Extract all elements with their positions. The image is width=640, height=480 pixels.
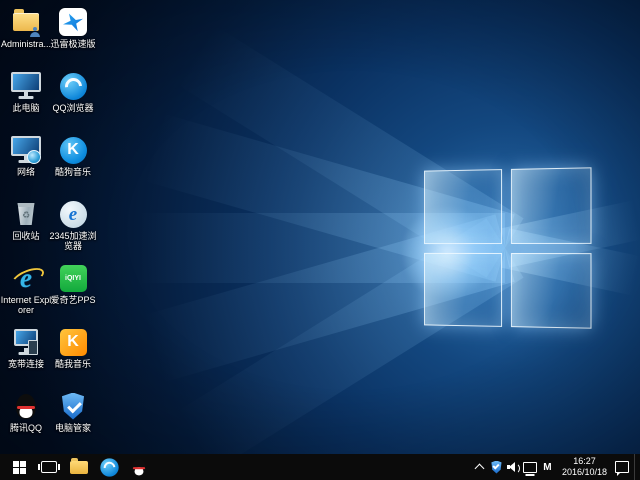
desktop-icon-label: Administra... bbox=[1, 39, 51, 49]
broadband-connection-icon bbox=[10, 326, 42, 358]
clock-date: 2016/10/18 bbox=[562, 467, 607, 478]
desktop-icon-label: 此电脑 bbox=[12, 103, 39, 113]
desktop-icon-tencent-qq[interactable]: 腾讯QQ bbox=[0, 390, 52, 450]
network-status-icon bbox=[523, 462, 537, 473]
qq-browser-icon bbox=[100, 458, 118, 476]
desktop-icon-broadband-connection[interactable]: 宽带连接 bbox=[0, 326, 52, 386]
desktop-icon-qq-browser[interactable]: QQ浏览器 bbox=[47, 70, 99, 130]
security-shield-icon bbox=[491, 461, 502, 474]
tencent-qq-icon bbox=[10, 390, 42, 422]
desktop-icon-this-pc[interactable]: 此电脑 bbox=[0, 70, 52, 130]
desktop-icon-label: Internet Explorer bbox=[0, 295, 52, 316]
kugou-music-icon: K bbox=[57, 134, 89, 166]
desktop-icon-pc-manager[interactable]: 电脑管家 bbox=[47, 390, 99, 450]
taskbar-clock[interactable]: 16:27 2016/10/18 bbox=[556, 456, 613, 479]
desktop-icon-kuwo-music[interactable]: K 酷我音乐 bbox=[47, 326, 99, 386]
windows-logo-icon bbox=[13, 461, 26, 474]
taskbar-left-buttons bbox=[0, 454, 154, 480]
action-center-button[interactable] bbox=[613, 454, 630, 480]
desktop-icon-recycle-bin[interactable]: ♻ 回收站 bbox=[0, 198, 52, 258]
chevron-up-icon bbox=[475, 463, 485, 473]
taskbar-qq-button[interactable] bbox=[124, 454, 154, 480]
start-button[interactable] bbox=[4, 454, 34, 480]
this-pc-icon bbox=[10, 70, 42, 102]
kuwo-music-icon: K bbox=[57, 326, 89, 358]
desktop-icon-label: 酷狗音乐 bbox=[55, 167, 91, 177]
taskbar: M 16:27 2016/10/18 bbox=[0, 454, 640, 480]
desktop-icon-label: 回收站 bbox=[12, 231, 39, 241]
system-tray: M 16:27 2016/10/18 bbox=[471, 454, 640, 480]
network-icon bbox=[10, 134, 42, 166]
tray-network-button[interactable] bbox=[522, 454, 539, 480]
desktop-icon-label: 电脑管家 bbox=[55, 423, 91, 433]
user-folder-icon bbox=[10, 6, 42, 38]
desktop: Administra... 此电脑 网络 ♻ 回收站 e Internet Ex… bbox=[0, 0, 640, 480]
thunder-xunlei-icon bbox=[57, 6, 89, 38]
desktop-icon-label: 腾讯QQ bbox=[10, 423, 42, 433]
tencent-qq-icon bbox=[132, 459, 146, 476]
desktop-icon-label: 网络 bbox=[17, 167, 35, 177]
ime-indicator: M bbox=[543, 462, 551, 473]
desktop-icon-network[interactable]: 网络 bbox=[0, 134, 52, 194]
pc-manager-icon bbox=[57, 390, 89, 422]
tray-ime-button[interactable]: M bbox=[539, 454, 556, 480]
desktop-icon-administrator[interactable]: Administra... bbox=[0, 6, 52, 66]
2345-browser-icon: e bbox=[57, 198, 89, 230]
desktop-icon-column-2: 迅雷极速版 QQ浏览器 K 酷狗音乐 e 2345加速浏览器 iQIYI 爱奇艺… bbox=[47, 6, 99, 454]
desktop-icon-label: QQ浏览器 bbox=[52, 103, 93, 113]
desktop-icon-kugou-music[interactable]: K 酷狗音乐 bbox=[47, 134, 99, 194]
volume-icon bbox=[507, 462, 520, 473]
task-view-button[interactable] bbox=[34, 454, 64, 480]
tray-volume-button[interactable] bbox=[505, 454, 522, 480]
action-center-icon bbox=[615, 461, 629, 473]
desktop-icon-internet-explorer[interactable]: e Internet Explorer bbox=[0, 262, 52, 322]
desktop-icon-label: 2345加速浏览器 bbox=[47, 231, 99, 252]
desktop-icon-thunder[interactable]: 迅雷极速版 bbox=[47, 6, 99, 66]
task-view-icon bbox=[41, 461, 57, 473]
desktop-icon-2345-browser[interactable]: e 2345加速浏览器 bbox=[47, 198, 99, 258]
internet-explorer-icon: e bbox=[10, 262, 42, 294]
desktop-icon-label: 酷我音乐 bbox=[55, 359, 91, 369]
recycle-bin-icon: ♻ bbox=[10, 198, 42, 230]
tray-show-hidden-icons-button[interactable] bbox=[471, 454, 488, 480]
windows-hero-logo bbox=[424, 167, 591, 328]
show-desktop-button[interactable] bbox=[634, 454, 640, 480]
tray-security-button[interactable] bbox=[488, 454, 505, 480]
clock-time: 16:27 bbox=[562, 456, 607, 467]
desktop-icon-iqiyi-pps[interactable]: iQIYI 爱奇艺PPS bbox=[47, 262, 99, 322]
desktop-icon-label: 宽带连接 bbox=[8, 359, 44, 369]
file-explorer-button[interactable] bbox=[64, 454, 94, 480]
taskbar-qq-browser-button[interactable] bbox=[94, 454, 124, 480]
desktop-icon-label: 迅雷极速版 bbox=[50, 39, 95, 49]
desktop-icon-label: 爱奇艺PPS bbox=[50, 295, 95, 305]
file-explorer-icon bbox=[70, 461, 88, 474]
qq-browser-icon bbox=[57, 70, 89, 102]
iqiyi-pps-icon: iQIYI bbox=[57, 262, 89, 294]
desktop-icon-column-1: Administra... 此电脑 网络 ♻ 回收站 e Internet Ex… bbox=[0, 6, 52, 454]
